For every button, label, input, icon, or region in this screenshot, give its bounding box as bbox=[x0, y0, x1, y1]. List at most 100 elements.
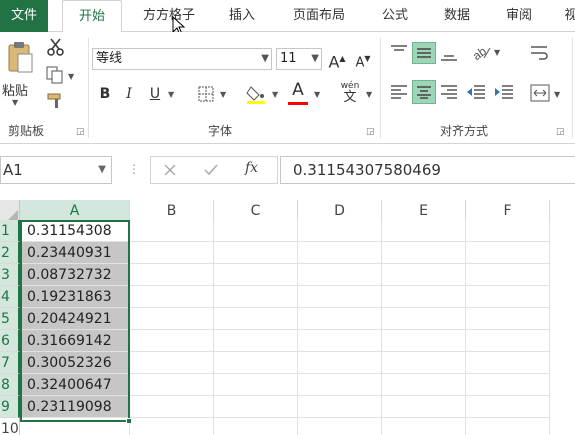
grow-font-button[interactable]: A▲ bbox=[326, 47, 348, 71]
column-header-b[interactable]: B bbox=[130, 200, 214, 222]
cell-e9[interactable] bbox=[382, 396, 466, 418]
cell-f4[interactable] bbox=[466, 286, 550, 308]
cell-e1[interactable] bbox=[382, 220, 466, 242]
cell-f2[interactable] bbox=[466, 242, 550, 264]
font-size-combo[interactable]: 11 ▼ bbox=[276, 48, 322, 70]
row-header-1[interactable]: 1 bbox=[0, 220, 20, 242]
fill-handle[interactable] bbox=[126, 418, 132, 424]
cell-f1[interactable] bbox=[466, 220, 550, 242]
cell-d1[interactable] bbox=[298, 220, 382, 242]
enter-check-icon[interactable] bbox=[203, 163, 219, 177]
cell-e7[interactable] bbox=[382, 352, 466, 374]
cell-d9[interactable] bbox=[298, 396, 382, 418]
bottom-align-icon[interactable] bbox=[440, 46, 458, 62]
insert-function-icon[interactable]: fx bbox=[245, 160, 258, 176]
copy-icon[interactable] bbox=[46, 66, 64, 84]
orientation-icon[interactable]: ab bbox=[470, 42, 492, 62]
tab-formulas[interactable]: 公式 bbox=[372, 0, 418, 32]
row-header-9[interactable]: 9 bbox=[0, 396, 20, 418]
bold-button[interactable]: B bbox=[96, 82, 114, 106]
cell-f6[interactable] bbox=[466, 330, 550, 352]
cell-d6[interactable] bbox=[298, 330, 382, 352]
tab-view[interactable]: 视 bbox=[556, 0, 575, 32]
cell-b7[interactable] bbox=[130, 352, 214, 374]
align-right-icon[interactable] bbox=[440, 84, 458, 100]
cell-b1[interactable] bbox=[130, 220, 214, 242]
cell-a1[interactable]: 0.31154308 bbox=[20, 220, 130, 242]
cell-f7[interactable] bbox=[466, 352, 550, 374]
cell-a9[interactable]: 0.23119098 bbox=[20, 396, 130, 418]
phonetic-dropdown-arrow[interactable]: ▼ bbox=[366, 90, 372, 99]
underline-dropdown-arrow[interactable]: ▼ bbox=[168, 90, 174, 99]
cell-e6[interactable] bbox=[382, 330, 466, 352]
paste-icon[interactable] bbox=[6, 40, 34, 76]
formula-bar-grip-icon[interactable]: ⋮ bbox=[128, 162, 140, 176]
format-painter-icon[interactable] bbox=[46, 92, 66, 110]
row-header-4[interactable]: 4 bbox=[0, 286, 20, 308]
cell-c3[interactable] bbox=[214, 264, 298, 286]
cell-c2[interactable] bbox=[214, 242, 298, 264]
tab-data[interactable]: 数据 bbox=[434, 0, 480, 32]
cell-b9[interactable] bbox=[130, 396, 214, 418]
row-header-2[interactable]: 2 bbox=[0, 242, 20, 264]
row-header-6[interactable]: 6 bbox=[0, 330, 20, 352]
cell-e10[interactable] bbox=[382, 418, 466, 435]
name-box[interactable]: A1 ▼ bbox=[0, 156, 112, 184]
formula-input[interactable]: 0.31154307580469 bbox=[280, 156, 575, 184]
italic-button[interactable]: I bbox=[120, 82, 138, 106]
cell-e4[interactable] bbox=[382, 286, 466, 308]
cell-d10[interactable] bbox=[298, 418, 382, 435]
cell-c1[interactable] bbox=[214, 220, 298, 242]
top-align-icon[interactable] bbox=[390, 44, 408, 60]
tab-home[interactable]: 开始 bbox=[62, 0, 122, 33]
merge-dropdown-arrow[interactable]: ▼ bbox=[554, 90, 560, 99]
cell-d4[interactable] bbox=[298, 286, 382, 308]
border-icon[interactable] bbox=[198, 86, 214, 102]
cell-b3[interactable] bbox=[130, 264, 214, 286]
row-header-7[interactable]: 7 bbox=[0, 352, 20, 374]
tab-insert[interactable]: 插入 bbox=[218, 0, 266, 32]
cell-c4[interactable] bbox=[214, 286, 298, 308]
cell-d2[interactable] bbox=[298, 242, 382, 264]
cell-b2[interactable] bbox=[130, 242, 214, 264]
cell-f9[interactable] bbox=[466, 396, 550, 418]
paste-dropdown-arrow[interactable]: ▼ bbox=[12, 98, 18, 107]
cell-a7[interactable]: 0.30052326 bbox=[20, 352, 130, 374]
row-header-10[interactable]: 10 bbox=[0, 418, 20, 435]
font-name-combo[interactable]: 等线 ▼ bbox=[92, 48, 272, 70]
fill-color-dropdown-arrow[interactable]: ▼ bbox=[272, 90, 278, 99]
column-header-a[interactable]: A bbox=[20, 200, 130, 222]
phonetic-guide-button[interactable]: wén 文 bbox=[338, 80, 362, 104]
orientation-dropdown-arrow[interactable]: ▼ bbox=[494, 48, 500, 57]
column-header-f[interactable]: F bbox=[466, 200, 550, 222]
cell-f8[interactable] bbox=[466, 374, 550, 396]
cell-a3[interactable]: 0.08732732 bbox=[20, 264, 130, 286]
cell-a6[interactable]: 0.31669142 bbox=[20, 330, 130, 352]
cell-a4[interactable]: 0.19231863 bbox=[20, 286, 130, 308]
cell-d8[interactable] bbox=[298, 374, 382, 396]
column-header-e[interactable]: E bbox=[382, 200, 466, 222]
cell-e8[interactable] bbox=[382, 374, 466, 396]
cell-c7[interactable] bbox=[214, 352, 298, 374]
cut-icon[interactable] bbox=[46, 38, 66, 56]
row-header-8[interactable]: 8 bbox=[0, 374, 20, 396]
cell-f3[interactable] bbox=[466, 264, 550, 286]
cell-e2[interactable] bbox=[382, 242, 466, 264]
copy-dropdown-arrow[interactable]: ▼ bbox=[68, 72, 74, 81]
merge-center-icon[interactable] bbox=[530, 84, 550, 102]
font-color-dropdown-arrow[interactable]: ▼ bbox=[314, 90, 320, 99]
border-dropdown-arrow[interactable]: ▼ bbox=[220, 90, 226, 99]
shrink-font-button[interactable]: A▼ bbox=[352, 47, 374, 71]
cell-c6[interactable] bbox=[214, 330, 298, 352]
increase-indent-icon[interactable] bbox=[494, 84, 514, 100]
font-color-button[interactable]: A bbox=[288, 78, 308, 102]
cell-d3[interactable] bbox=[298, 264, 382, 286]
cell-f10[interactable] bbox=[466, 418, 550, 435]
alignment-launcher-icon[interactable]: ◲ bbox=[556, 127, 565, 137]
tab-file[interactable]: 文件 bbox=[0, 0, 48, 32]
tab-page-layout[interactable]: 页面布局 bbox=[284, 0, 354, 32]
cell-a10[interactable] bbox=[20, 418, 130, 435]
cell-b6[interactable] bbox=[130, 330, 214, 352]
tab-fangfang-gezi[interactable]: 方方格子 bbox=[135, 0, 203, 32]
paste-button[interactable]: 粘贴 bbox=[2, 80, 28, 99]
